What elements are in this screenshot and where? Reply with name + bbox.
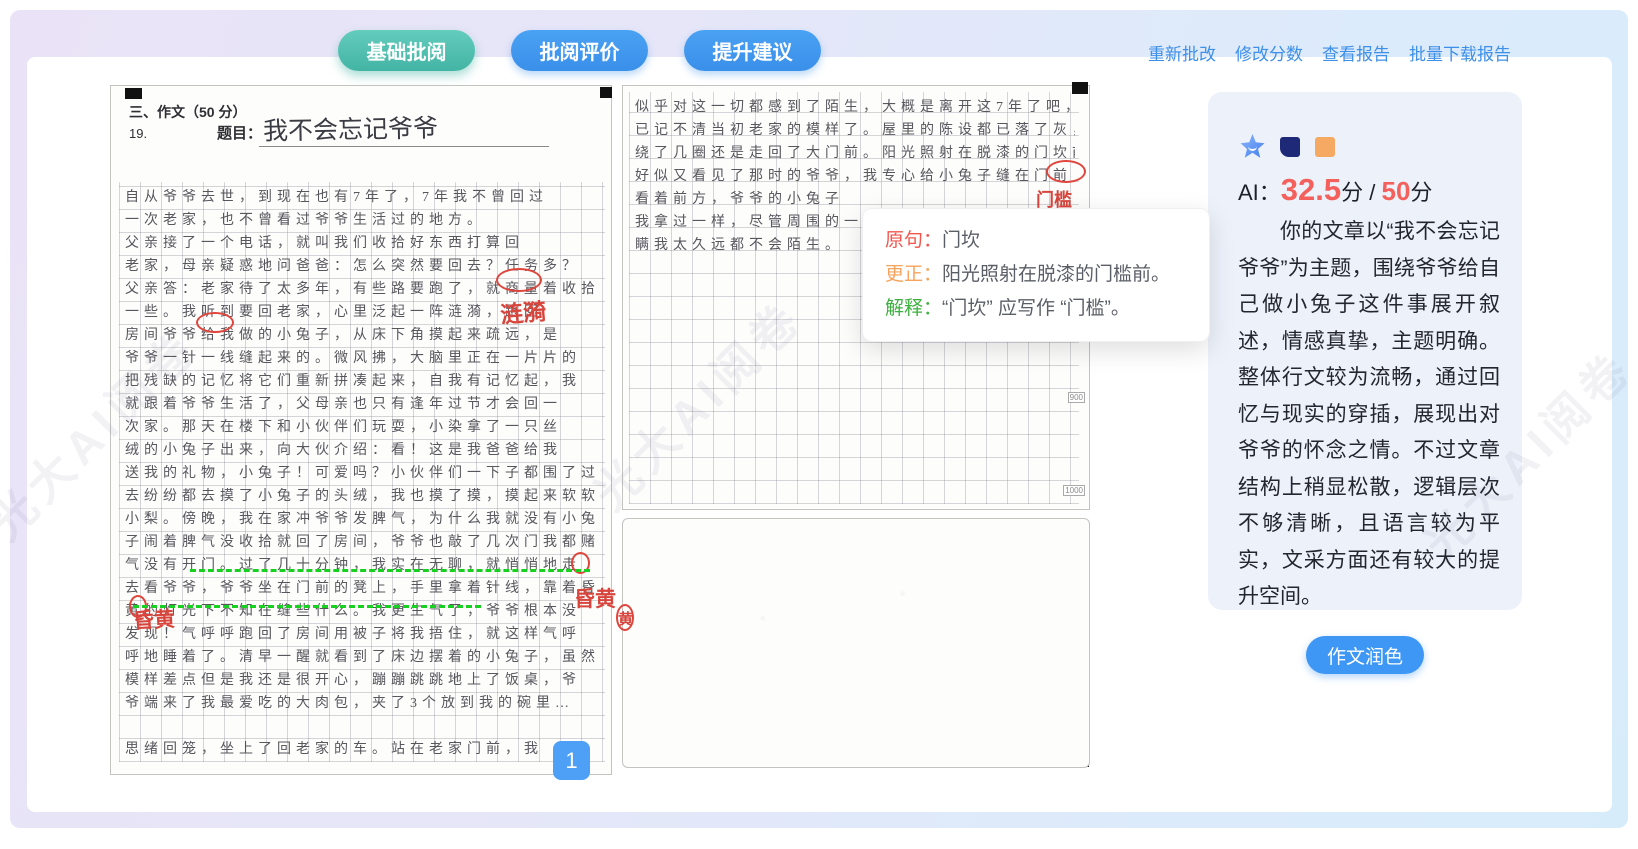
tab-improvement-suggestions[interactable]: 提升建议: [684, 30, 821, 71]
essay-line: 绕了几圈还是走回了大门前。阳光照射在脱漆的门坎前: [635, 142, 1075, 165]
essay-line: [125, 715, 603, 738]
essay-line: 绒的小兔子出来，向大伙介绍：看！这是我爸爸给我: [125, 439, 603, 462]
tab-basic-review[interactable]: 基础批阅: [338, 30, 475, 71]
tab-review-evaluation[interactable]: 批阅评价: [511, 30, 648, 71]
essay-line: 爷爷一针一线缝起来的。微风拂，大脑里正在一片片的: [125, 347, 603, 370]
smile-detail: [1248, 145, 1257, 151]
registration-mark: [125, 88, 142, 99]
essay-line: 房间爷爷给我做的小兔子，从床下角摸起来疏远，是: [125, 324, 603, 347]
correction-label: 更正：: [885, 264, 942, 285]
app-root: 基础批阅 批阅评价 提升建议 重新批改 修改分数 查看报告 批量下载报告 三、作…: [0, 0, 1638, 849]
ai-score-line: AI：32.5分 / 50分: [1238, 172, 1432, 208]
ai-evaluation-text: 你的文章以“我不会忘记爷爷”为主题，围绕爷爷给自己做小兔子这件事展开叙述，情感真…: [1238, 214, 1500, 616]
essay-line: 模样差点但是我还是很开心，蹦蹦跳跳地上了饭桌，爷: [125, 669, 603, 692]
ai-score-value: 32.5: [1281, 172, 1341, 207]
essay-line: 自从爷爷去世，到现在也有7年了，7年我不曾回过: [125, 186, 603, 209]
score-unit: 分: [1341, 180, 1363, 205]
essay-line: 次家。那天在楼下和小伙伴们玩耍，小染拿了一只丝: [125, 416, 603, 439]
essay-polish-button[interactable]: 作文润色: [1306, 636, 1424, 674]
word-count-marker-900: 900: [1068, 392, 1085, 403]
essay-line: 思绪回笼，坐上了回老家的车。站在老家门前，我: [125, 738, 603, 761]
green-dashed-underline: [133, 605, 481, 608]
essay-line: 父亲接了一个电话，就叫我们收拾好东西打算回: [125, 232, 603, 255]
score-panel-icons: [1240, 134, 1335, 159]
original-text: 门坎: [942, 230, 980, 251]
essay-scan-blank-section[interactable]: [622, 518, 1090, 768]
red-circle-annotation: [1046, 160, 1086, 183]
tooltip-explanation-row: 解释：“门坎” 应写作 “门槛”。: [885, 292, 1187, 326]
essay-line: 子闹着脾气没收拾就回了房间，爷爷也敲了几次门我都赌: [125, 531, 603, 554]
score-separator: /: [1363, 180, 1381, 205]
header-actions: 重新批改 修改分数 查看报告 批量下载报告: [1148, 40, 1511, 65]
total-unit: 分: [1410, 180, 1432, 205]
essay-line: 去纷纷都去摸了小兔子的头绒，我也摸了摸，摸起来软软: [125, 485, 603, 508]
re-grade-link[interactable]: 重新批改: [1148, 40, 1216, 65]
title-label: 题目：: [217, 122, 262, 143]
tooltip-original-row: 原句：门坎: [885, 224, 1187, 258]
red-circle-annotation: [196, 312, 234, 333]
essay-line: 呼地睡着了。清早一醒就看到了床边摆着的小兔子，虽然: [125, 646, 603, 669]
question-number: 19.: [129, 126, 147, 141]
section-header: 三、作文（50 分）: [129, 102, 246, 122]
essay-line: 小梨。傍晚，我在家冲爷爷发脾气，为什么我就没有小兔: [125, 508, 603, 531]
essay-line: 已记不清当初老家的模样了。屋里的陈设都已落了灰，: [635, 119, 1075, 142]
page-number-badge[interactable]: 1: [553, 741, 590, 780]
ai-label: AI：: [1238, 180, 1281, 205]
essay-line: 发现！气呼呼跑回了房间用被子将我捂住，就这样气呼: [125, 623, 603, 646]
correction-text-dim-yellow: 昏黄: [574, 583, 616, 613]
essay-scan-page-left[interactable]: 三、作文（50 分） 19. 题目： 我不会忘记爷爷 自从爷爷去世，到现在也有7…: [110, 85, 612, 775]
explanation-text: “门坎” 应写作 “门槛”。: [942, 298, 1130, 319]
essay-line: 就跟着爷爷生活了，父母亲也只有逢年过节才会回一: [125, 393, 603, 416]
tooltip-correction-row: 更正：阳光照射在脱漆的门槛前。: [885, 258, 1187, 292]
essay-line: 气没有开门。过了几十分钟，我实在无聊，就悄悄地走: [125, 554, 603, 577]
ai-score-panel: AI：32.5分 / 50分 你的文章以“我不会忘记爷爷”为主题，围绕爷爷给自己…: [1208, 92, 1522, 610]
essay-line: 似乎对这一切都感到了陌生，大概是离开这7年了吧，早: [635, 96, 1075, 119]
essay-line: 好似又看见了那时的爷爷，我专心给小兔子缝在门前: [635, 165, 1075, 188]
essay-line: 去看爷爷，爷爷坐在门前的凳上，手里拿着针线，靠着昏: [125, 577, 603, 600]
modify-score-link[interactable]: 修改分数: [1235, 40, 1303, 65]
orange-square-icon[interactable]: [1315, 137, 1335, 157]
view-report-link[interactable]: 查看报告: [1322, 40, 1390, 65]
essay-line: 把残缺的记忆将它们重新拼凑起来，自我有记忆起，我: [125, 370, 603, 393]
registration-mark: [1072, 82, 1088, 94]
correction-text: 阳光照射在脱漆的门槛前。: [942, 264, 1170, 285]
essay-line: 黄的灯光下不知在缝些什么。我更生气了，爷爷根本没: [125, 600, 603, 623]
title-underline: [259, 146, 549, 147]
handwritten-essay-title: 我不会忘记爷爷: [263, 108, 439, 147]
green-dashed-underline: [190, 569, 590, 572]
registration-mark: [600, 87, 612, 98]
total-score-value: 50: [1382, 176, 1411, 206]
batch-download-report-link[interactable]: 批量下载报告: [1409, 40, 1511, 65]
essay-line: 爷端来了我最爱吃的大肉包，夹了3个放到我的碗里…: [125, 692, 603, 715]
essay-line: 送我的礼物，小兔子！可爱吗？小伙伴们一下子都围了过: [125, 462, 603, 485]
explanation-label: 解释：: [885, 298, 942, 319]
star-icon[interactable]: [1240, 134, 1265, 159]
word-count-marker-1000: 1000: [1063, 485, 1085, 496]
original-label: 原句：: [885, 230, 942, 251]
red-circle-annotation: [496, 268, 542, 292]
correction-text-huang: 黄: [618, 608, 633, 629]
navy-square-icon[interactable]: [1280, 137, 1300, 157]
correction-tooltip: 原句：门坎 更正：阳光照射在脱漆的门槛前。 解释：“门坎” 应写作 “门槛”。: [862, 208, 1210, 342]
correction-text-ripple: 涟漪: [499, 292, 548, 330]
essay-line: 一次老家，也不曾看过爷爷生活过的地方。: [125, 209, 603, 232]
